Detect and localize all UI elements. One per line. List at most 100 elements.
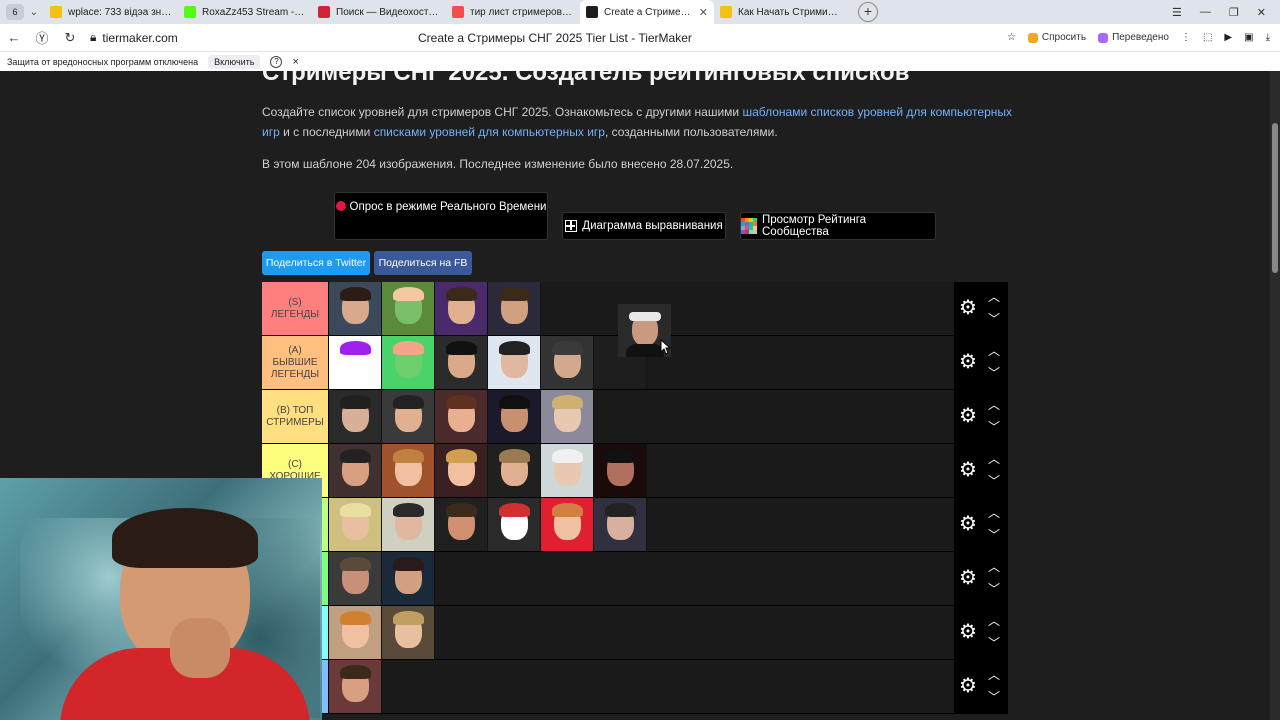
streamer-image[interactable] [382, 552, 435, 605]
tab-count-badge[interactable]: 6 [6, 4, 24, 20]
yandex-icon[interactable]: Ⓨ [28, 28, 56, 47]
tier-items[interactable] [329, 498, 954, 551]
chevron-down-icon[interactable]: ﹀ [988, 418, 1000, 435]
chevron-down-icon[interactable]: ﹀ [988, 634, 1000, 651]
streamer-image[interactable] [435, 444, 488, 497]
streamer-image[interactable] [382, 390, 435, 443]
gear-icon[interactable]: ⚙ [959, 514, 977, 534]
chevron-down-icon[interactable]: ﹀ [988, 310, 1000, 327]
browser-tab[interactable]: wplace: 733 відэа знойдз [44, 0, 178, 24]
streamer-image[interactable] [329, 660, 382, 713]
gear-icon[interactable]: ⚙ [959, 568, 977, 588]
restore-icon[interactable]: ❐ [1229, 6, 1239, 19]
browser-tab[interactable]: Create a Стримеры СН ✕ [580, 0, 714, 24]
translated-button[interactable]: Переведено [1098, 32, 1169, 43]
help-icon[interactable]: ? [270, 55, 283, 68]
ask-button[interactable]: Спросить [1027, 32, 1086, 43]
chevron-down-icon[interactable]: ﹀ [988, 364, 1000, 381]
bookmark-star-icon[interactable]: ☆ [1007, 32, 1016, 43]
community-rank-button[interactable]: Просмотр Рейтинга Сообщества [740, 212, 936, 240]
chevron-down-icon[interactable]: ﹀ [988, 688, 1000, 705]
live-poll-button[interactable]: Опрос в режиме Реального Времени [334, 192, 548, 240]
chevron-up-icon[interactable]: ︿ [988, 504, 1000, 521]
streamer-image[interactable] [594, 444, 647, 497]
tier-items[interactable] [329, 606, 954, 659]
streamer-image[interactable] [488, 444, 541, 497]
tier-label[interactable]: (B) ТОП СТРИМЕРЫ [262, 390, 329, 443]
browser-tab[interactable]: Поиск — Видеохостинг R [312, 0, 446, 24]
streamer-image[interactable] [382, 282, 435, 335]
reload-icon[interactable]: ↻ [56, 30, 84, 46]
enable-protection-button[interactable]: Включить [208, 54, 261, 69]
streamer-image[interactable] [329, 444, 382, 497]
minimize-icon[interactable]: — [1200, 6, 1211, 19]
tier-label[interactable]: (S) ЛЕГЕНДЫ [262, 282, 329, 335]
browser-tab[interactable]: Как Начать Стримить на [714, 0, 848, 24]
streamer-image[interactable] [488, 282, 541, 335]
chevron-down-icon[interactable]: ⌄ [24, 7, 44, 18]
streamer-image[interactable] [329, 552, 382, 605]
streamer-image[interactable] [594, 498, 647, 551]
close-infobar-icon[interactable]: × [292, 56, 298, 68]
back-arrow-icon[interactable]: ← [0, 30, 28, 45]
gear-icon[interactable]: ⚙ [959, 352, 977, 372]
chevron-down-icon[interactable]: ﹀ [988, 580, 1000, 597]
streamer-image[interactable] [329, 282, 382, 335]
streamer-image[interactable] [541, 336, 594, 389]
streamer-image[interactable] [435, 390, 488, 443]
streamer-image[interactable] [541, 498, 594, 551]
streamer-image[interactable] [488, 390, 541, 443]
streamer-image[interactable] [541, 444, 594, 497]
page-scrollbar[interactable] [1270, 71, 1280, 720]
browser-tab[interactable]: RoxaZz453 Stream - Watc [178, 0, 312, 24]
streamer-image[interactable] [382, 336, 435, 389]
tier-items[interactable] [329, 444, 954, 497]
gear-icon[interactable]: ⚙ [959, 406, 977, 426]
chevron-up-icon[interactable]: ︿ [988, 396, 1000, 413]
url-field[interactable]: 🔒︎ tiermaker.com [90, 30, 178, 45]
gear-icon[interactable]: ⚙ [959, 298, 977, 318]
streamer-image[interactable] [435, 282, 488, 335]
streamer-image[interactable] [329, 336, 382, 389]
streamer-image[interactable] [382, 444, 435, 497]
tier-label[interactable]: (A) БЫВШИЕ ЛЕГЕНДЫ [262, 336, 329, 389]
browser-tab[interactable]: тир лист стримеров твич [446, 0, 580, 24]
gear-icon[interactable]: ⚙ [959, 460, 977, 480]
tier-items[interactable] [329, 660, 954, 713]
recent-lists-link[interactable]: списками уровней для компьютерных игр [374, 125, 605, 139]
collections-icon[interactable]: ▣ [1244, 32, 1253, 43]
chevron-up-icon[interactable]: ︿ [988, 666, 1000, 683]
share-twitter-button[interactable]: Поделиться в Twitter [262, 251, 370, 275]
tier-items[interactable] [329, 390, 954, 443]
streamer-image[interactable] [435, 336, 488, 389]
close-window-icon[interactable]: ✕ [1257, 6, 1266, 19]
streamer-image[interactable] [488, 336, 541, 389]
gear-icon[interactable]: ⚙ [959, 622, 977, 642]
extensions-icon[interactable]: ⬚ [1203, 32, 1212, 43]
chevron-up-icon[interactable]: ︿ [988, 612, 1000, 629]
streamer-image[interactable] [541, 390, 594, 443]
streamer-image[interactable] [382, 606, 435, 659]
streamer-image[interactable] [382, 498, 435, 551]
streamer-image[interactable] [329, 498, 382, 551]
streamer-image[interactable] [435, 498, 488, 551]
gear-icon[interactable]: ⚙ [959, 676, 977, 696]
streamer-image[interactable] [329, 390, 382, 443]
chevron-up-icon[interactable]: ︿ [988, 558, 1000, 575]
media-icon[interactable]: ▶ [1224, 32, 1232, 43]
alignment-chart-button[interactable]: Диаграмма выравнивания [562, 212, 726, 240]
chevron-up-icon[interactable]: ︿ [988, 288, 1000, 305]
bookmark-icon[interactable]: ☰ [1172, 6, 1182, 19]
close-tab-icon[interactable]: ✕ [699, 6, 708, 19]
chevron-up-icon[interactable]: ︿ [988, 450, 1000, 467]
download-icon[interactable]: ⤓ [1266, 32, 1270, 43]
chevron-down-icon[interactable]: ﹀ [988, 526, 1000, 543]
streamer-image[interactable] [488, 498, 541, 551]
scroll-thumb[interactable] [1272, 123, 1278, 273]
chevron-up-icon[interactable]: ︿ [988, 342, 1000, 359]
new-tab-button[interactable]: + [858, 2, 878, 22]
tier-items[interactable] [329, 552, 954, 605]
more-menu-icon[interactable]: ⋮ [1181, 32, 1191, 43]
chevron-down-icon[interactable]: ﹀ [988, 472, 1000, 489]
streamer-image[interactable] [329, 606, 382, 659]
